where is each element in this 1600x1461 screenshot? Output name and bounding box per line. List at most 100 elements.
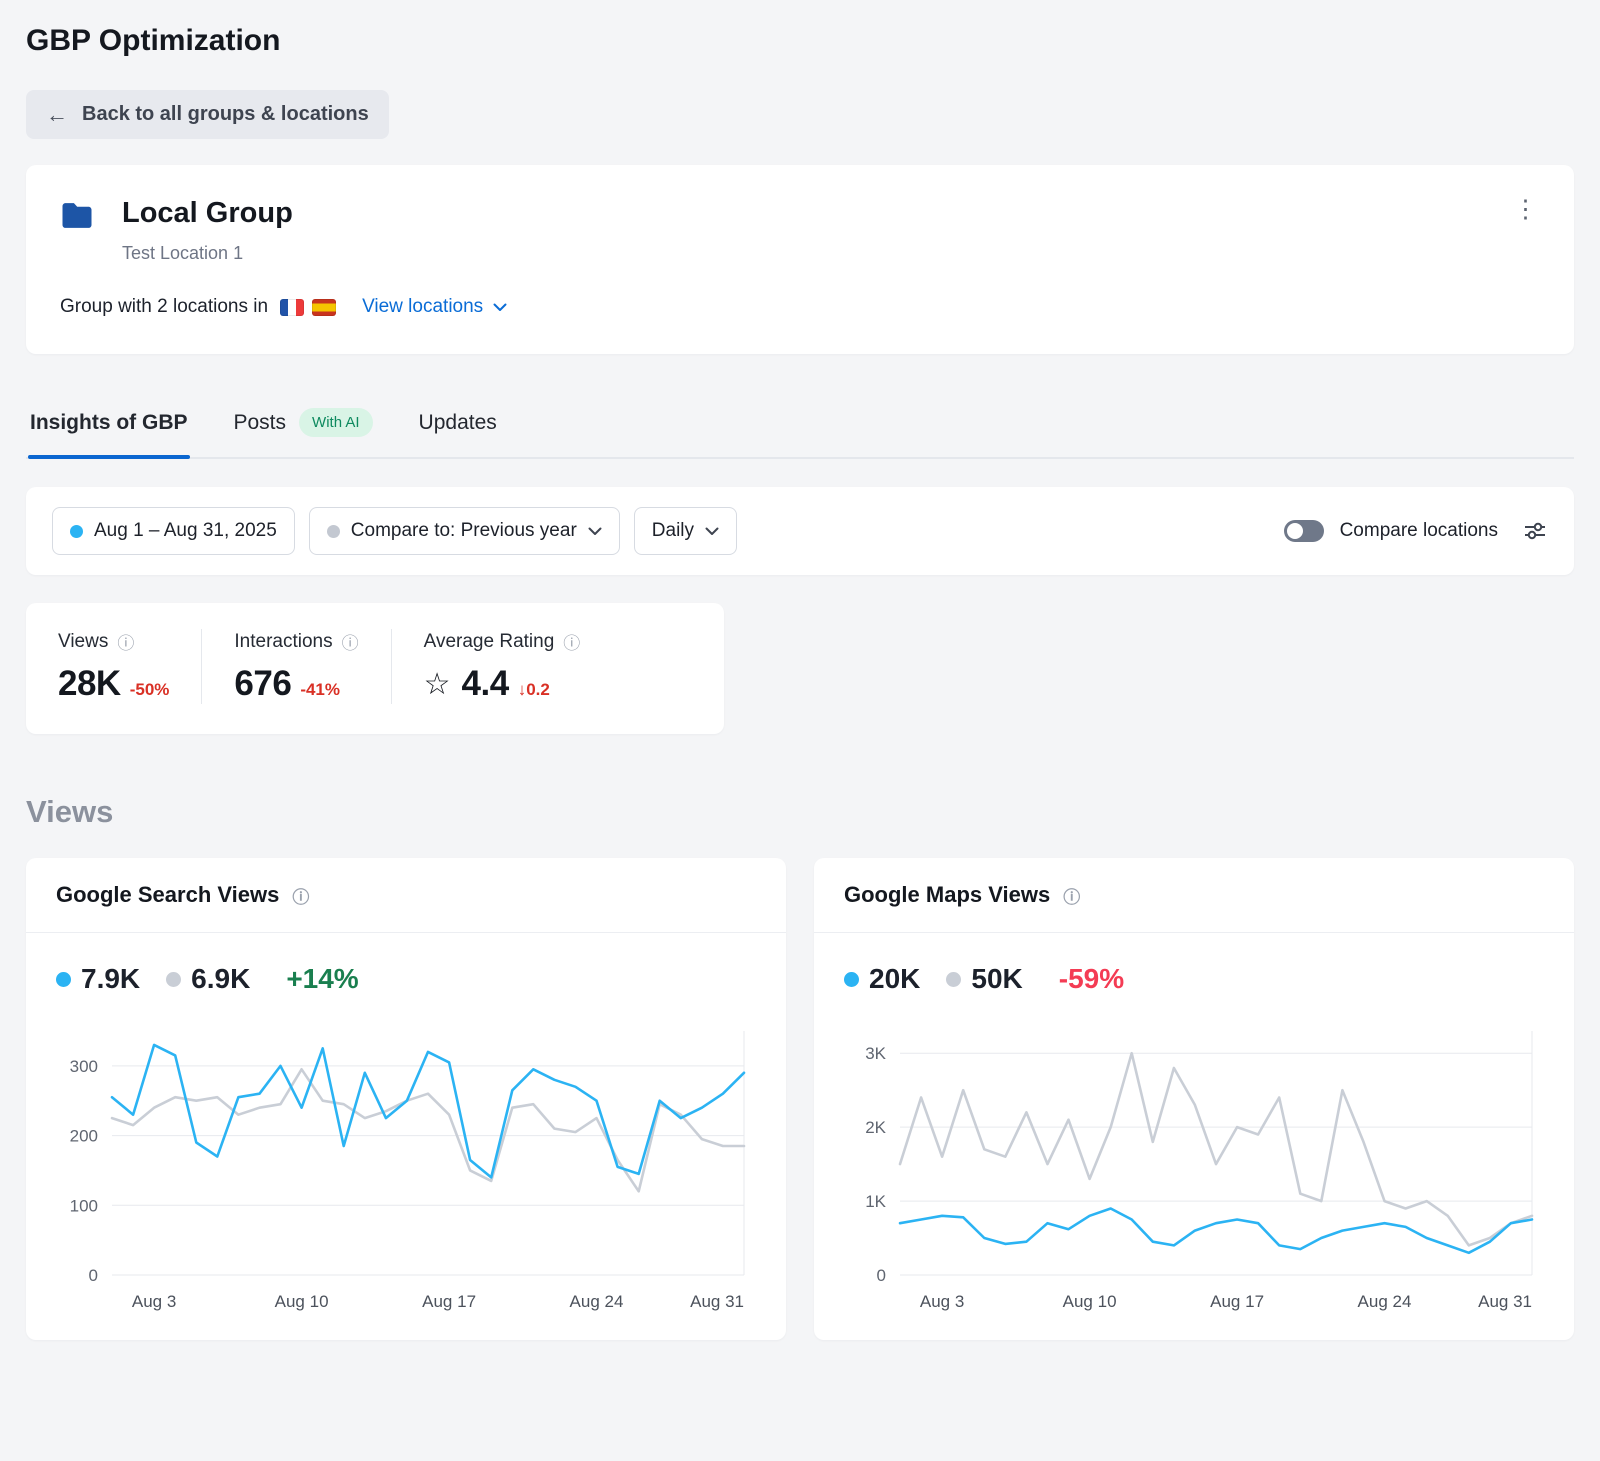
filter-bar: Aug 1 – Aug 31, 2025 Compare to: Previou… bbox=[26, 487, 1574, 575]
svg-text:300: 300 bbox=[70, 1057, 98, 1076]
svg-text:3K: 3K bbox=[865, 1044, 886, 1063]
metrics-summary: Views ⓘ 28K -50% Interactions ⓘ 676 -41%… bbox=[26, 603, 724, 734]
svg-text:Aug 10: Aug 10 bbox=[275, 1292, 329, 1311]
charts-grid: Google Search Views ⓘ 7.9K 6.9K +14% 0 10… bbox=[26, 858, 1574, 1340]
spain-flag-icon bbox=[312, 299, 336, 316]
change-percentage: +14% bbox=[286, 963, 358, 995]
granularity-dropdown[interactable]: Daily bbox=[634, 507, 737, 555]
compare-locations-label: Compare locations bbox=[1340, 520, 1498, 542]
current-value: 20K bbox=[869, 963, 920, 995]
locations-row: Group with 2 locations in View locations bbox=[60, 296, 1540, 318]
view-locations-link[interactable]: View locations bbox=[362, 296, 507, 318]
group-subtitle: Test Location 1 bbox=[122, 243, 293, 264]
chart-title: Google Maps Views bbox=[844, 882, 1050, 908]
google-search-views-chart: 0 100 200 300 Aug 3 Aug 10 Aug 17 Aug 24 Aug 31 bbox=[56, 1017, 756, 1324]
svg-text:100: 100 bbox=[70, 1196, 98, 1215]
svg-text:Aug 17: Aug 17 bbox=[422, 1292, 476, 1311]
metric-label: Views bbox=[58, 631, 108, 653]
svg-text:Aug 24: Aug 24 bbox=[570, 1292, 624, 1311]
google-maps-views-card: Google Maps Views ⓘ 20K 50K -59% 0 1K 2K 3K… bbox=[814, 858, 1574, 1340]
filter-right-group: Compare locations bbox=[1284, 519, 1548, 543]
chart-title: Google Search Views bbox=[56, 882, 279, 908]
metric-average-rating: Average Rating ⓘ ☆ 4.4 ↓0.2 bbox=[391, 629, 613, 704]
chevron-down-icon bbox=[588, 527, 602, 536]
group-card: Local Group Test Location 1 ⋮ Group with… bbox=[26, 165, 1574, 354]
metric-value: 676 bbox=[234, 664, 291, 704]
current-series-dot bbox=[844, 972, 859, 987]
svg-text:Aug 17: Aug 17 bbox=[1210, 1292, 1264, 1311]
compare-to-label: Compare to: Previous year bbox=[351, 520, 577, 542]
folder-icon bbox=[60, 201, 94, 235]
svg-text:Aug 24: Aug 24 bbox=[1358, 1292, 1412, 1311]
info-icon[interactable]: ⓘ bbox=[342, 629, 359, 654]
previous-period-dot bbox=[327, 525, 340, 538]
svg-text:2K: 2K bbox=[865, 1118, 886, 1137]
info-icon[interactable]: ⓘ bbox=[563, 629, 580, 654]
compare-locations-toggle[interactable] bbox=[1284, 520, 1324, 542]
group-header: Local Group Test Location 1 bbox=[60, 197, 1540, 264]
tab-label: Posts bbox=[234, 411, 287, 435]
compare-to-dropdown[interactable]: Compare to: Previous year bbox=[309, 507, 620, 555]
svg-text:Aug 10: Aug 10 bbox=[1063, 1292, 1117, 1311]
google-maps-views-chart: 0 1K 2K 3K Aug 3 Aug 10 Aug 17 Aug 24 Aug 31 bbox=[844, 1017, 1544, 1324]
metric-label: Interactions bbox=[234, 631, 332, 653]
tab-posts[interactable]: Posts With AI bbox=[232, 400, 375, 457]
section-title-views: Views bbox=[26, 794, 1574, 830]
metric-label: Average Rating bbox=[424, 631, 555, 653]
back-button-label: Back to all groups & locations bbox=[82, 103, 369, 126]
current-period-dot bbox=[70, 525, 83, 538]
svg-text:0: 0 bbox=[877, 1266, 886, 1285]
metric-value: 4.4 bbox=[462, 664, 509, 704]
tab-insights-of-gbp[interactable]: Insights of GBP bbox=[28, 400, 190, 457]
previous-value: 50K bbox=[971, 963, 1022, 995]
previous-series-dot bbox=[166, 972, 181, 987]
current-value: 7.9K bbox=[81, 963, 140, 995]
metric-interactions: Interactions ⓘ 676 -41% bbox=[201, 629, 390, 704]
previous-series-dot bbox=[946, 972, 961, 987]
info-icon[interactable]: ⓘ bbox=[1063, 883, 1080, 908]
svg-text:Aug 31: Aug 31 bbox=[690, 1292, 744, 1311]
date-range-picker[interactable]: Aug 1 – Aug 31, 2025 bbox=[52, 507, 295, 555]
info-icon[interactable]: ⓘ bbox=[117, 629, 134, 654]
current-series-dot bbox=[56, 972, 71, 987]
change-percentage: -59% bbox=[1059, 963, 1124, 995]
google-search-views-card: Google Search Views ⓘ 7.9K 6.9K +14% 0 10… bbox=[26, 858, 786, 1340]
back-arrow-icon: ← bbox=[46, 104, 68, 126]
gbp-optimization-page: GBP Optimization ← Back to all groups & … bbox=[0, 0, 1600, 1380]
group-title: Local Group bbox=[122, 197, 293, 230]
view-locations-label: View locations bbox=[362, 296, 483, 318]
svg-text:Aug 31: Aug 31 bbox=[1478, 1292, 1532, 1311]
svg-text:200: 200 bbox=[70, 1127, 98, 1146]
with-ai-badge: With AI bbox=[299, 408, 373, 437]
chart-legend: 7.9K 6.9K +14% bbox=[56, 963, 756, 995]
info-icon[interactable]: ⓘ bbox=[292, 883, 309, 908]
france-flag-icon bbox=[280, 299, 304, 316]
kebab-menu-button[interactable]: ⋮ bbox=[1503, 191, 1548, 228]
toggle-knob bbox=[1287, 523, 1303, 539]
tab-label: Insights of GBP bbox=[30, 411, 188, 435]
chevron-down-icon bbox=[493, 303, 507, 312]
page-title: GBP Optimization bbox=[26, 24, 1574, 58]
svg-text:Aug 3: Aug 3 bbox=[920, 1292, 964, 1311]
svg-text:1K: 1K bbox=[865, 1192, 886, 1211]
metric-value: 28K bbox=[58, 664, 121, 704]
metric-delta: -50% bbox=[130, 680, 170, 700]
chevron-down-icon bbox=[705, 527, 719, 536]
tab-updates[interactable]: Updates bbox=[417, 400, 499, 457]
svg-text:0: 0 bbox=[89, 1266, 98, 1285]
tab-label: Updates bbox=[419, 411, 497, 435]
star-icon: ☆ bbox=[424, 667, 451, 702]
previous-value: 6.9K bbox=[191, 963, 250, 995]
svg-text:Aug 3: Aug 3 bbox=[132, 1292, 176, 1311]
chart-legend: 20K 50K -59% bbox=[844, 963, 1544, 995]
kebab-icon: ⋮ bbox=[1513, 195, 1538, 223]
back-button[interactable]: ← Back to all groups & locations bbox=[26, 90, 389, 139]
date-range-label: Aug 1 – Aug 31, 2025 bbox=[94, 520, 277, 542]
granularity-label: Daily bbox=[652, 520, 694, 542]
tabs: Insights of GBP Posts With AI Updates bbox=[26, 400, 1574, 459]
metric-delta: -41% bbox=[300, 680, 340, 700]
locations-text: Group with 2 locations in bbox=[60, 296, 268, 318]
filter-settings-icon[interactable] bbox=[1522, 519, 1548, 543]
metric-views: Views ⓘ 28K -50% bbox=[26, 629, 201, 704]
metric-delta: ↓0.2 bbox=[518, 680, 550, 700]
